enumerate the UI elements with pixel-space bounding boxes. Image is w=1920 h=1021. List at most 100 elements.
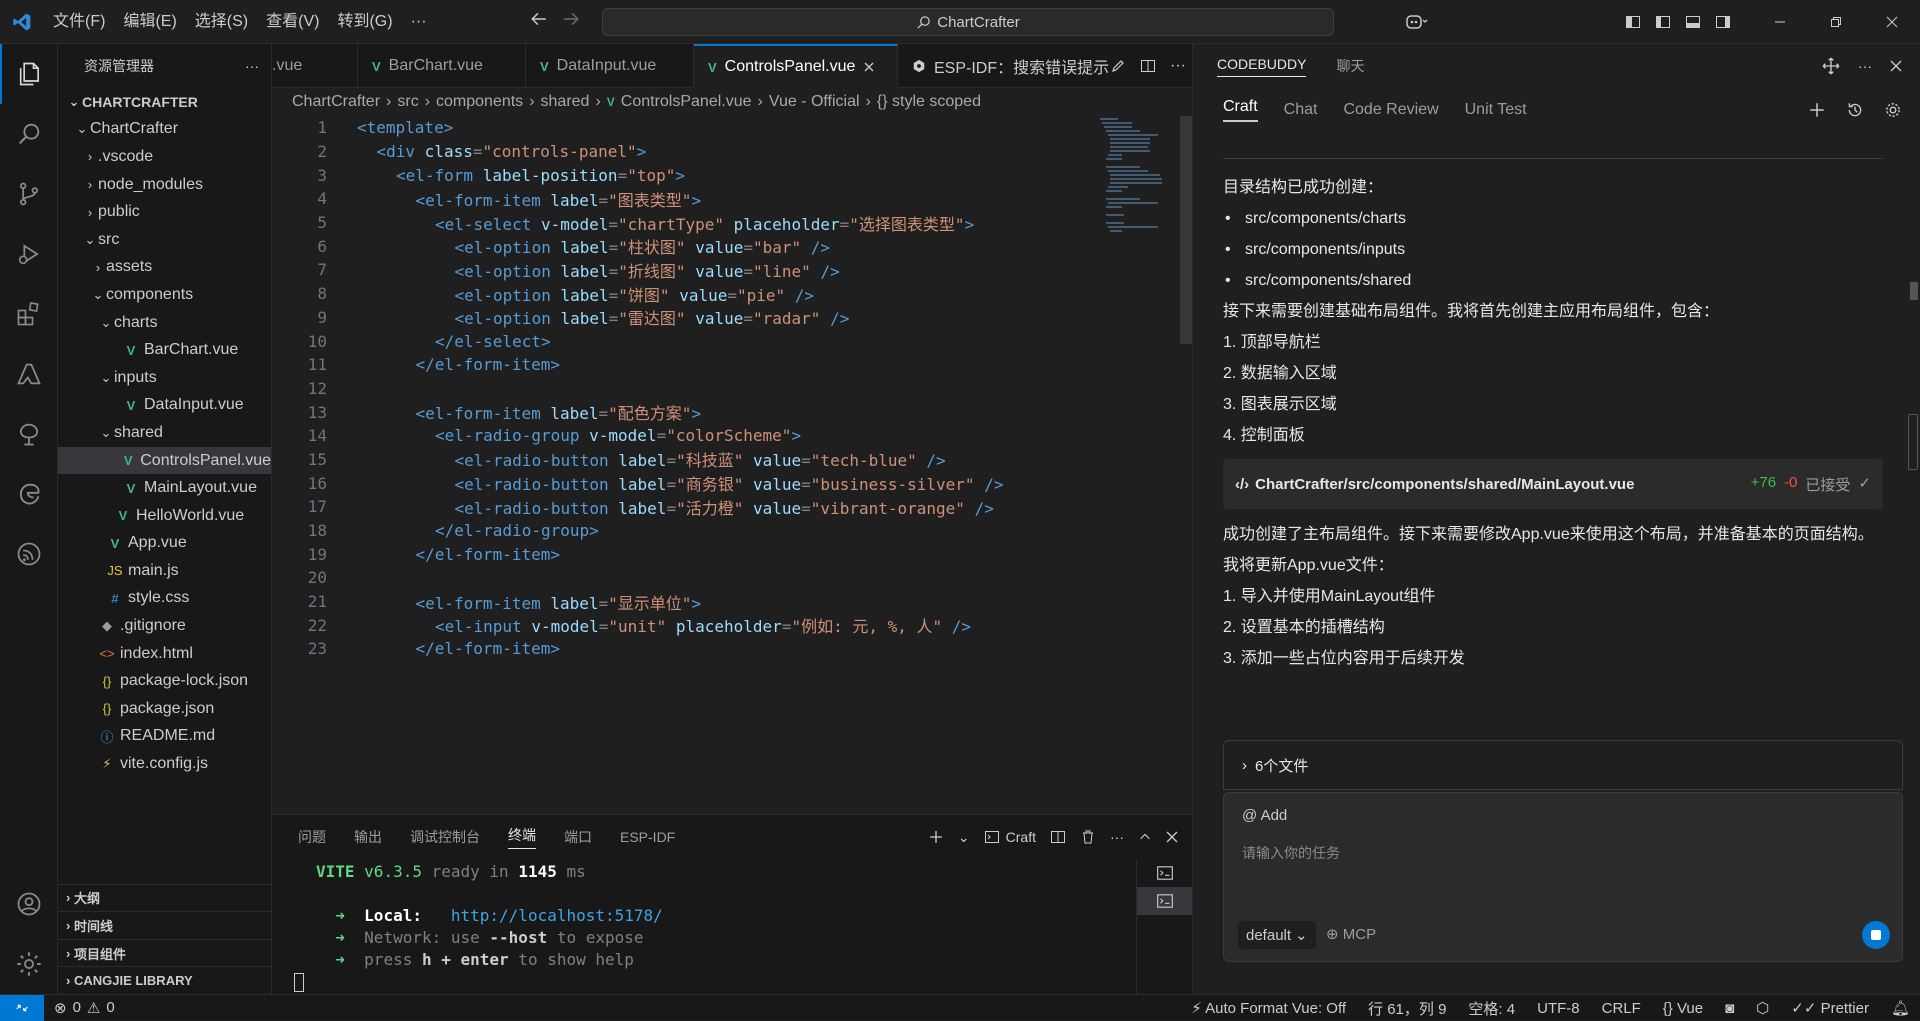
panel-tab-debug-console[interactable]: 调试控制台 [410,827,480,847]
breadcrumb-item[interactable]: ControlsPanel.vue [621,93,752,111]
file-item[interactable]: JS main.js [58,557,271,585]
send-stop-button[interactable] [1862,921,1890,949]
remote-indicator-icon[interactable] [0,994,44,1021]
menu-goto[interactable]: 转到(G) [328,0,401,44]
line-endings[interactable]: CRLF [1602,1000,1641,1017]
indentation[interactable]: 空格: 4 [1468,998,1515,1019]
file-item[interactable]: ⚡ vite.config.js [58,750,271,778]
breadcrumb-item[interactable]: Vue - Official [769,93,860,111]
folder-item[interactable]: › .vscode [58,143,271,171]
problems-status[interactable]: ⊗ 0 ⚠ 0 [44,999,115,1017]
more-actions-icon[interactable]: ··· [245,58,259,74]
tab-unit-test[interactable]: Unit Test [1465,101,1527,119]
breadcrumb-item[interactable]: ChartCrafter [292,93,380,111]
panel-tab-ports[interactable]: 端口 [564,827,592,847]
terminal-output[interactable]: VITE v6.3.5 ready in 1145 ms ➜ Local: ht… [294,861,663,992]
tab-datainput[interactable]: V DataInput.vue [526,44,694,88]
tab-esp-idf-search[interactable]: ESP-IDF：搜索错误提示 [898,44,1123,88]
file-item[interactable]: V ControlsPanel.vue [58,446,271,475]
file-item[interactable]: V HelloWorld.vue [58,502,271,530]
panel-tab-output[interactable]: 输出 [354,827,382,847]
minimize-icon[interactable] [1752,0,1808,44]
menu-edit[interactable]: 编辑(E) [114,0,185,44]
folder-item[interactable]: ⌄ ChartCrafter [58,116,271,144]
file-item[interactable]: {} package.json [58,695,271,723]
terminal-instance-icon[interactable] [1137,887,1192,915]
close-panel-icon[interactable] [1166,831,1178,843]
edge-icon[interactable] [0,464,58,524]
new-terminal-plus-icon[interactable] [928,829,944,845]
mode-select[interactable]: default ⌄ [1238,921,1316,949]
restore-icon[interactable] [1808,0,1864,44]
tab-code-review[interactable]: Code Review [1343,101,1438,119]
maximize-panel-icon[interactable] [1138,830,1152,844]
extensions-icon[interactable] [0,284,58,344]
minimap[interactable] [1098,116,1166,236]
file-item[interactable]: ◆ .gitignore [58,612,271,640]
explorer-icon[interactable] [0,44,58,104]
add-context-button[interactable]: @ Add [1242,807,1287,824]
file-item[interactable]: <> index.html [58,640,271,668]
changed-files-summary[interactable]: › 6个文件 [1223,740,1903,790]
terminal-name[interactable]: Craft [1006,829,1036,845]
source-control-icon[interactable] [0,164,58,224]
panel-tab-problems[interactable]: 问题 [298,827,326,847]
header-more-icon[interactable]: ··· [1858,58,1872,74]
file-item[interactable]: {} package-lock.json [58,667,271,695]
tab-barchart[interactable]: V BarChart.vue [358,44,526,88]
language-mode[interactable]: {} Vue [1663,1000,1703,1017]
chevron-down-icon[interactable]: ⌄ [958,829,970,846]
section-cangjie-library[interactable]: › CANGJIE LIBRARY [58,966,271,994]
tab-controlspanel[interactable]: V ControlsPanel.vue [694,44,898,88]
scrollbar-thumb[interactable] [1910,282,1918,300]
folder-item[interactable]: ⌄ inputs [58,364,271,392]
task-input-box[interactable]: @ Add 请输入你的任务 default ⌄ ⊕ MCP [1223,792,1903,962]
manage-gear-icon[interactable] [0,934,58,994]
customize-layout-icon[interactable] [1618,0,1648,44]
command-center-search[interactable]: ChartCrafter [602,8,1334,36]
tree-view-icon[interactable] [0,404,58,464]
menu-view[interactable]: 查看(V) [257,0,328,44]
file-item[interactable]: V DataInput.vue [58,392,271,420]
file-change-card[interactable]: ‹/› ChartCrafter/src/components/shared/M… [1223,459,1883,509]
folder-item[interactable]: › public [58,198,271,226]
editor-more-icon[interactable]: ··· [1170,57,1186,75]
terminal-instance-icon[interactable] [1137,859,1192,887]
chat-scrollbar[interactable] [1906,154,1920,694]
move-panel-icon[interactable] [1822,57,1840,75]
new-conversation-plus-icon[interactable] [1808,101,1826,119]
section-timeline[interactable]: › 时间线 [58,911,271,939]
tab-codebuddy[interactable]: CODEBUDDY [1217,56,1307,77]
menu-file[interactable]: 文件(F) [44,0,114,44]
close-secondary-sidebar-icon[interactable] [1890,60,1902,72]
copilot-icon[interactable] [1394,0,1438,44]
history-icon[interactable] [1846,101,1864,119]
esp-idf-status-icon[interactable]: ⬡ [1756,999,1769,1017]
run-debug-icon[interactable] [0,224,58,284]
panel-tab-terminal[interactable]: 终端 [508,825,536,849]
toggle-primary-sidebar-icon[interactable] [1648,0,1678,44]
breadcrumb-item[interactable]: {} style scoped [877,93,981,111]
encoding[interactable]: UTF-8 [1537,1000,1580,1017]
folder-item[interactable]: ⌄ charts [58,309,271,337]
prettier-status[interactable]: ✓✓ Prettier [1791,999,1869,1017]
split-terminal-icon[interactable] [1050,829,1066,845]
kill-terminal-trash-icon[interactable] [1080,829,1096,845]
breadcrumb-item[interactable]: src [397,93,418,111]
file-item[interactable]: ⓘ README.md [58,723,271,751]
close-window-icon[interactable] [1864,0,1920,44]
breadcrumb-item[interactable]: components [436,93,523,111]
toggle-secondary-sidebar-icon[interactable] [1708,0,1738,44]
toggle-panel-icon[interactable] [1678,0,1708,44]
folder-item[interactable]: › node_modules [58,171,271,199]
back-arrow-icon[interactable] [530,10,548,28]
file-item[interactable]: V MainLayout.vue [58,474,271,502]
folder-item[interactable]: ⌄ src [58,226,271,254]
search-view-icon[interactable] [0,104,58,164]
file-item[interactable]: V App.vue [58,530,271,558]
split-editor-icon[interactable] [1140,58,1156,74]
tab-chat-cn[interactable]: 聊天 [1336,56,1364,76]
editor-scrollbar[interactable] [1178,116,1192,656]
copilot-status-icon[interactable]: ◙ [1725,1000,1734,1017]
folder-item[interactable]: ⌄ shared [58,419,271,447]
